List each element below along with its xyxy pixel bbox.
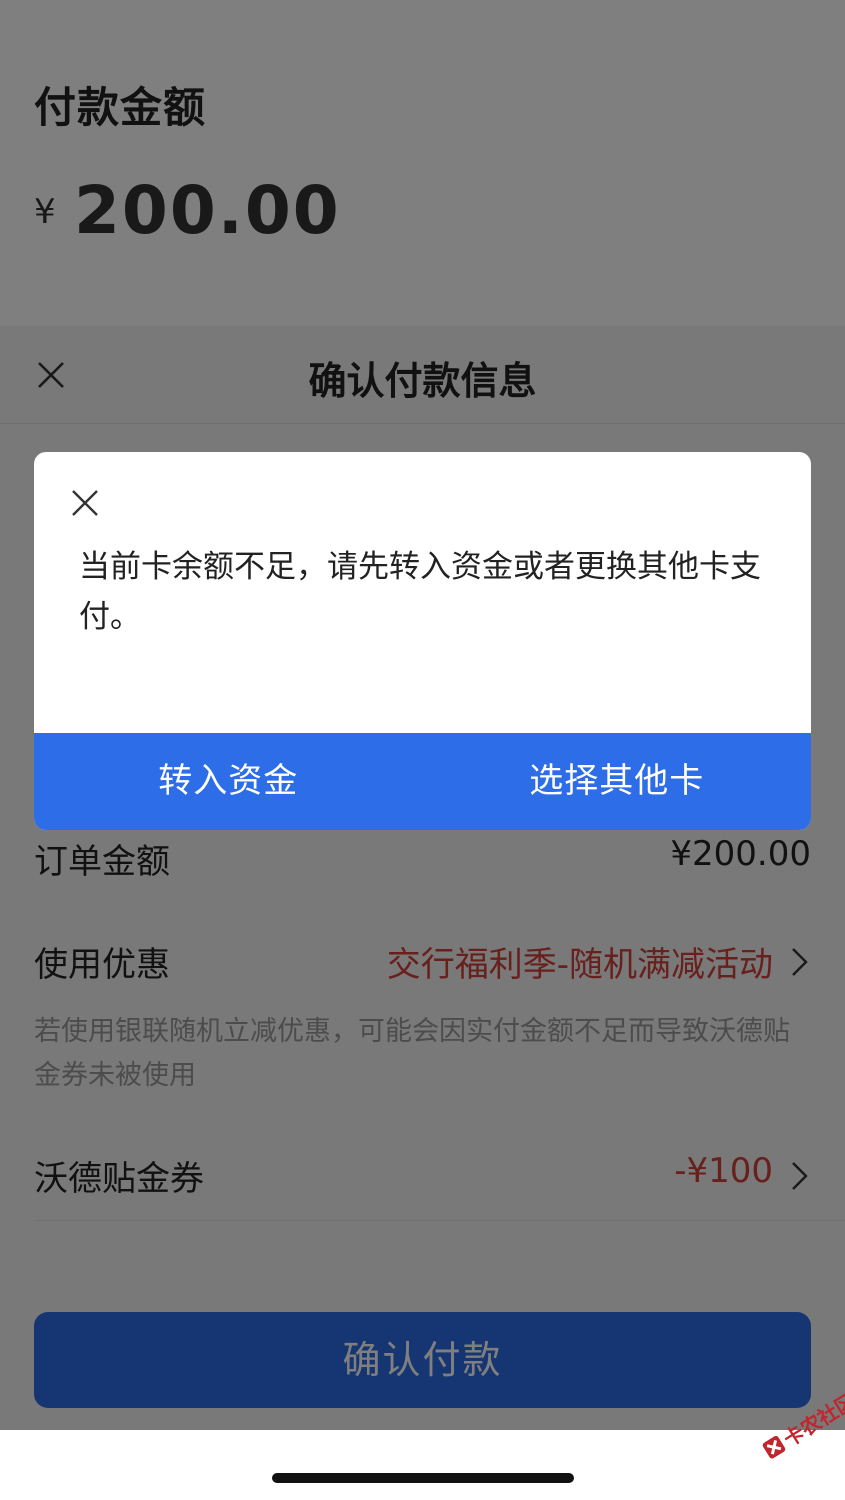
close-icon[interactable] <box>70 488 100 518</box>
transfer-funds-button[interactable]: 转入资金 <box>34 733 423 830</box>
dialog-actions: 转入资金 选择其他卡 <box>34 733 811 830</box>
dialog-message: 当前卡余额不足，请先转入资金或者更换其他卡支付。 <box>79 549 761 635</box>
insufficient-balance-dialog: 当前卡余额不足，请先转入资金或者更换其他卡支付。 转入资金 选择其他卡 <box>34 452 811 830</box>
select-other-card-button[interactable]: 选择其他卡 <box>423 733 812 830</box>
home-indicator[interactable] <box>272 1473 574 1483</box>
home-bar-area <box>0 1430 845 1500</box>
